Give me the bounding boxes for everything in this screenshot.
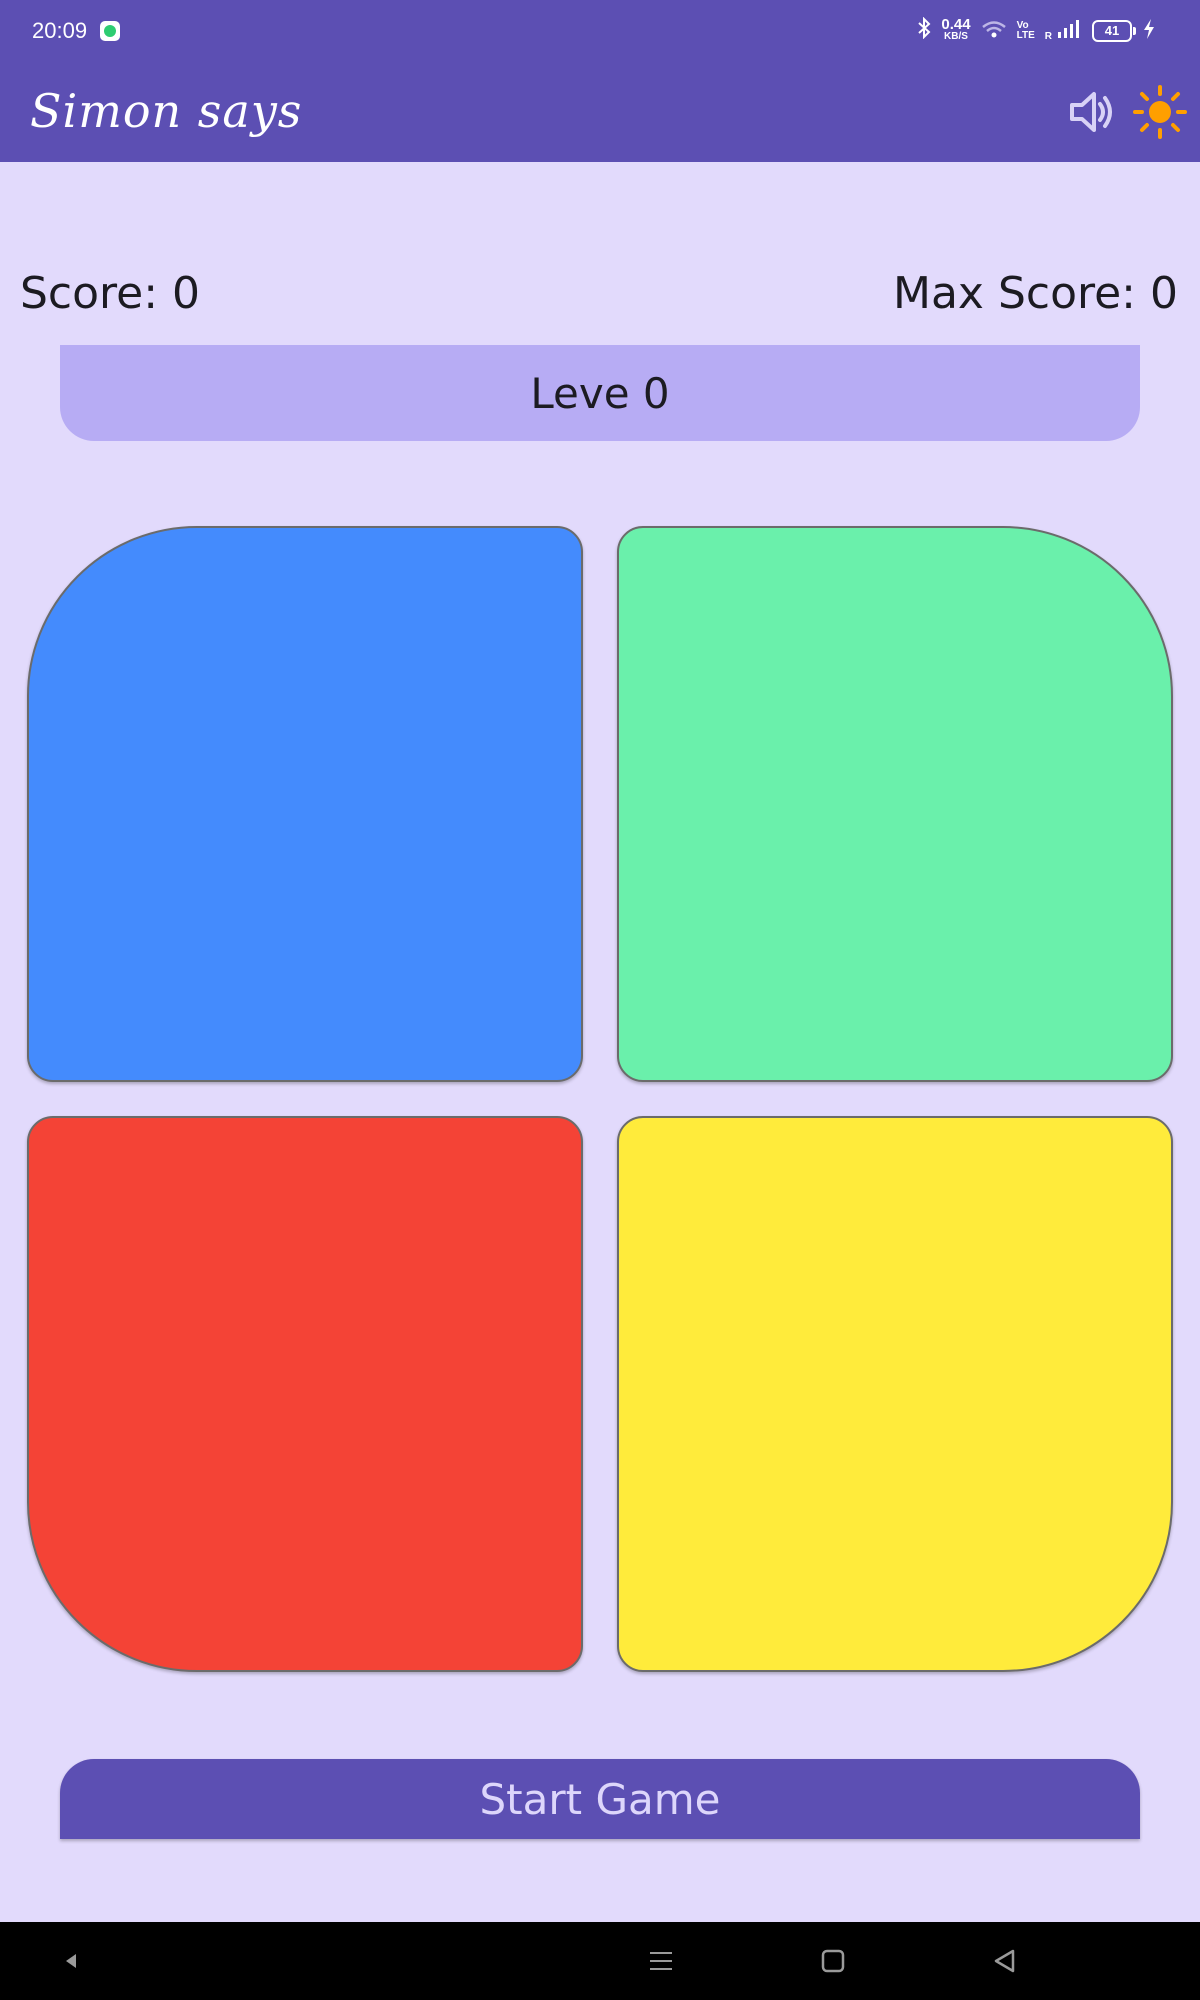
bluetooth-icon xyxy=(917,16,931,45)
sound-toggle-button[interactable] xyxy=(1066,86,1118,138)
square-home-icon xyxy=(821,1949,845,1973)
status-bar: 20:09 0.44 KB/S Vo LTE R 41 xyxy=(0,0,1200,62)
max-score-label: Max Score: 0 xyxy=(893,268,1178,319)
wifi-icon xyxy=(981,19,1007,44)
network-speed: 0.44 KB/S xyxy=(941,16,971,43)
level-label: Leve 0 xyxy=(530,368,670,418)
blue-pad[interactable] xyxy=(27,526,583,1082)
network-speed-unit: KB/S xyxy=(944,31,968,42)
green-pad[interactable] xyxy=(617,526,1173,1082)
score-label: Score: 0 xyxy=(20,268,201,319)
charging-icon xyxy=(1142,18,1156,45)
network-speed-value: 0.44 xyxy=(941,16,971,33)
red-pad[interactable] xyxy=(27,1116,583,1672)
start-game-button[interactable]: Start Game xyxy=(60,1759,1140,1839)
system-nav-bar xyxy=(0,1922,1200,2000)
roaming-indicator: R xyxy=(1044,31,1052,42)
nav-back-button[interactable] xyxy=(988,1944,1022,1978)
triangle-left-icon xyxy=(66,1954,76,1968)
sun-icon xyxy=(1133,85,1187,139)
level-banner: Leve 0 xyxy=(60,345,1140,441)
nav-home-button[interactable] xyxy=(816,1944,850,1978)
status-icons: 0.44 KB/S Vo LTE R 41 xyxy=(917,16,1156,46)
app-title: Simon says xyxy=(30,84,303,138)
status-time: 20:09 xyxy=(32,18,88,43)
volume-up-icon xyxy=(1070,92,1112,132)
volte-bottom: LTE xyxy=(1016,30,1035,41)
theme-toggle-button[interactable] xyxy=(1132,84,1188,140)
notification-app-icon xyxy=(100,21,120,41)
battery-icon: 41 xyxy=(1092,20,1136,42)
volte-indicator: Vo LTE xyxy=(1017,21,1035,41)
back-triangle-icon xyxy=(994,1949,1015,1973)
app-bar: Simon says xyxy=(0,62,1200,162)
start-game-label: Start Game xyxy=(479,1774,721,1824)
signal-icon xyxy=(1056,18,1082,45)
nav-menu-button[interactable] xyxy=(644,1944,678,1978)
menu-icon xyxy=(650,1952,672,1970)
yellow-pad[interactable] xyxy=(617,1116,1173,1672)
nav-left-arrow-button[interactable] xyxy=(54,1944,88,1978)
